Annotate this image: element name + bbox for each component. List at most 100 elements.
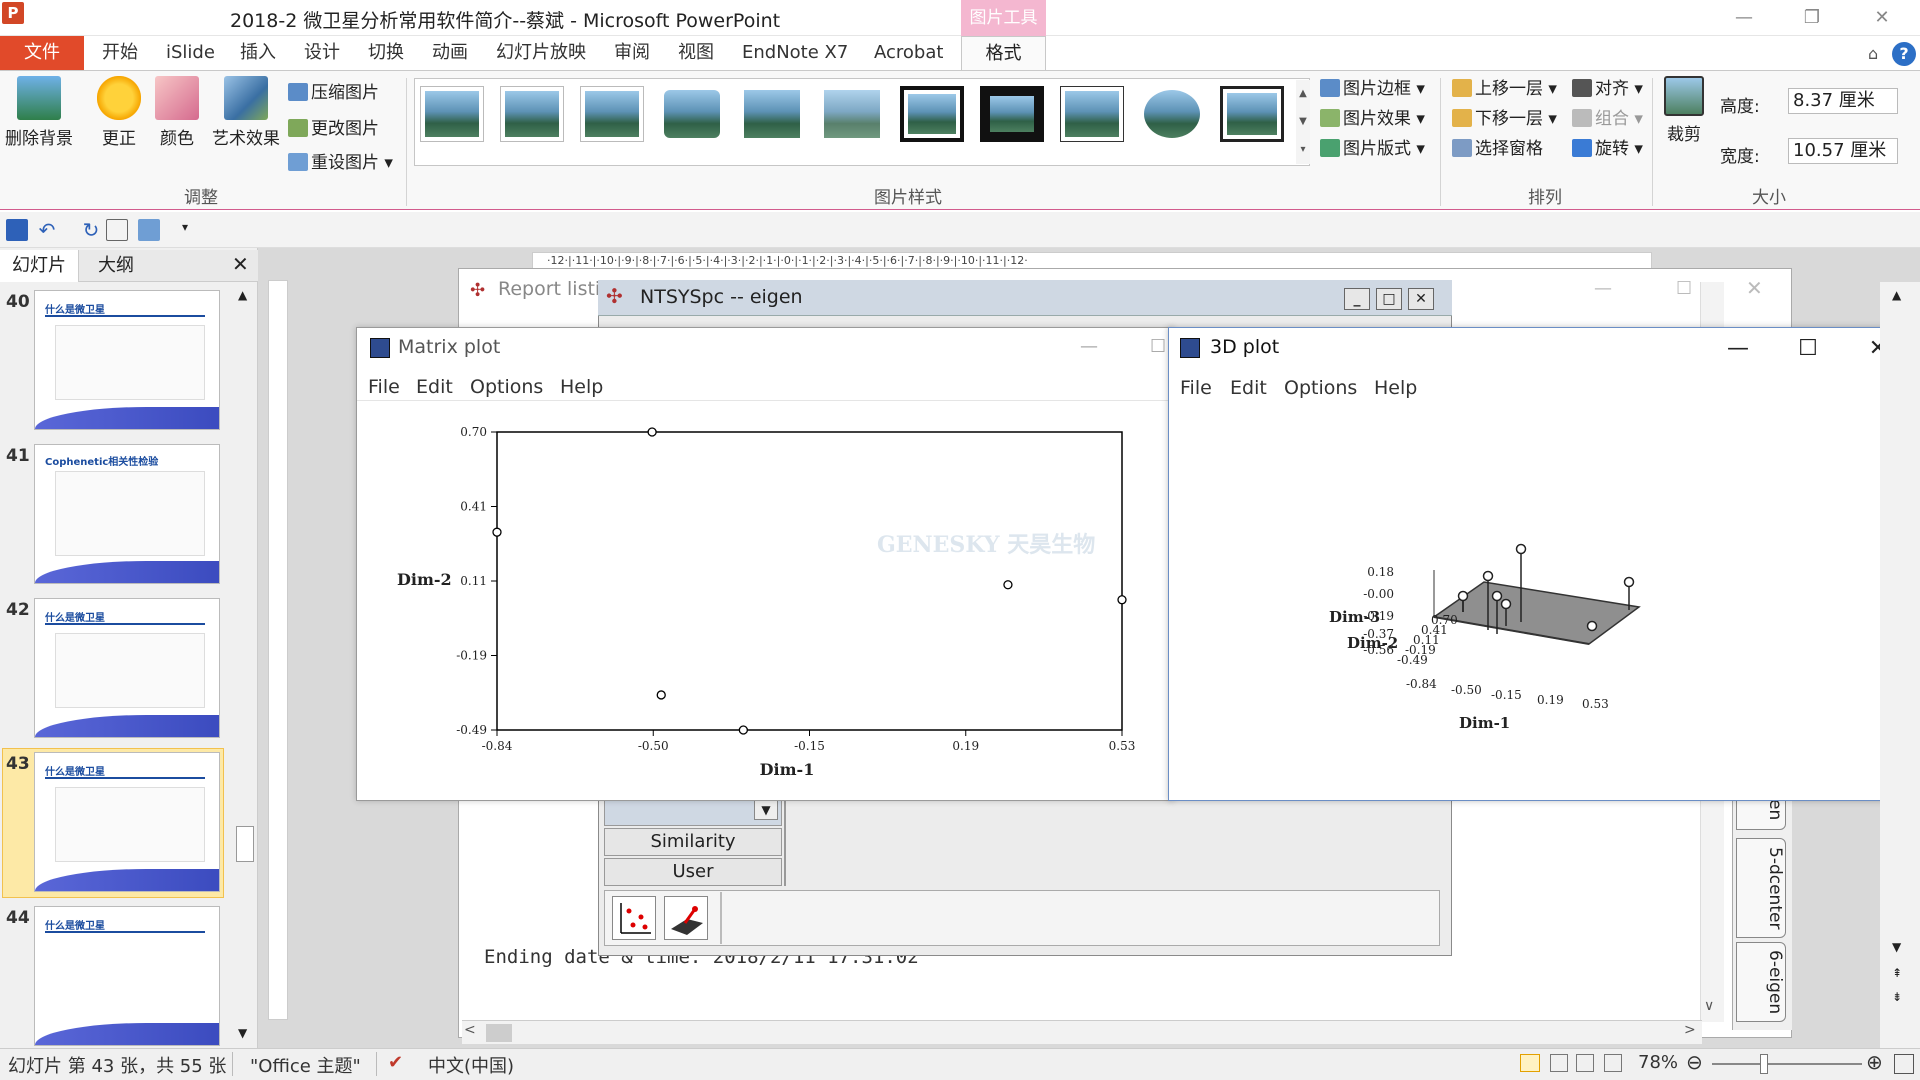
picture-style-6[interactable] (820, 86, 884, 142)
tab-slides[interactable]: 幻灯片 (0, 250, 79, 282)
picture-effects-button[interactable]: 图片效果 ▾ (1320, 106, 1425, 132)
group-objects-button[interactable]: 组合 ▾ (1572, 106, 1643, 132)
minimize-icon[interactable]: _ (1344, 288, 1370, 310)
scroll-left-icon[interactable]: < (464, 1022, 476, 1038)
zoom-out-icon[interactable]: ⊖ (1686, 1050, 1703, 1074)
zoom-slider-thumb[interactable] (1760, 1054, 1768, 1074)
maximize-icon[interactable]: □ (1376, 288, 1402, 310)
undo-icon[interactable]: ↶ (36, 219, 58, 241)
module-similarity[interactable]: Similarity (604, 828, 782, 856)
picture-style-11[interactable] (1220, 86, 1284, 142)
reset-picture-button[interactable]: 重设图片 ▾ (288, 150, 393, 176)
slide-thumbnail[interactable]: Cophenetic相关性检验 (34, 444, 220, 584)
collapse-ribbon-icon[interactable]: ⌂ (1868, 44, 1878, 63)
picture-style-5[interactable] (740, 86, 804, 142)
save-icon[interactable] (6, 219, 28, 241)
close-icon[interactable]: ✕ (1408, 288, 1434, 310)
selection-icon[interactable] (106, 219, 128, 241)
theme-name[interactable]: "Office 主题" (250, 1052, 361, 1078)
menu-help[interactable]: Help (560, 376, 603, 398)
menu-edit[interactable]: Edit (1230, 377, 1267, 399)
send-backward-button[interactable]: 下移一层 ▾ (1452, 106, 1557, 132)
redo-icon[interactable]: ↻ (80, 219, 102, 241)
close-icon[interactable]: ✕ (1862, 4, 1902, 32)
picture-style-2[interactable] (500, 86, 564, 142)
color-button[interactable]: 颜色 (146, 76, 208, 156)
selection-pane-button[interactable]: 选择窗格 (1452, 136, 1543, 162)
picture-style-9[interactable] (1060, 86, 1124, 142)
minimize-icon[interactable]: — (1080, 336, 1098, 357)
previous-slide-icon[interactable]: ⇞ (1892, 966, 1902, 980)
fit-to-window-icon[interactable] (1894, 1054, 1914, 1074)
tab-format[interactable]: 格式 (961, 36, 1046, 70)
powerpoint-logo-icon[interactable]: P (2, 2, 24, 24)
module-user[interactable]: User (604, 858, 782, 886)
picture-layout-button[interactable]: 图片版式 ▾ (1320, 136, 1425, 162)
scroll-thumb[interactable] (486, 1024, 512, 1042)
minimize-icon[interactable]: — (1724, 4, 1764, 32)
align-button[interactable]: 对齐 ▾ (1572, 76, 1643, 102)
maximize-icon[interactable]: ☐ (1786, 334, 1830, 364)
scatter-plot-tool-icon[interactable] (612, 896, 656, 940)
rotate-button[interactable]: 旋转 ▾ (1572, 136, 1643, 162)
tab-file[interactable]: 文件 (0, 36, 84, 70)
chevron-down-icon[interactable]: ▼ (754, 800, 778, 820)
slide-thumbnail[interactable]: 什么是微卫星 (34, 290, 220, 430)
slideshow-icon[interactable] (1604, 1054, 1622, 1072)
next-slide-icon[interactable]: ⇟ (1892, 990, 1902, 1004)
tab-6-eigen[interactable]: 6-eigen (1736, 942, 1786, 1022)
tab-endnote[interactable]: EndNote X7 (742, 36, 848, 70)
compress-pictures-button[interactable]: 压缩图片 (288, 80, 379, 106)
restore-icon[interactable]: ❐ (1792, 4, 1832, 32)
minimize-icon[interactable]: — (1716, 334, 1760, 364)
tab-review[interactable]: 审阅 (614, 36, 650, 70)
tab-view[interactable]: 视图 (678, 36, 714, 70)
picture-border-button[interactable]: 图片边框 ▾ (1320, 76, 1425, 102)
main-vertical-scrollbar[interactable] (1880, 282, 1920, 1048)
maximize-icon[interactable]: ☐ (1150, 336, 1166, 357)
picture-style-4[interactable] (660, 86, 724, 142)
menu-edit[interactable]: Edit (416, 376, 453, 398)
menu-options[interactable]: Options (1284, 377, 1357, 399)
slide-thumbnail[interactable]: 什么是微卫星 (34, 598, 220, 738)
corrections-button[interactable]: 更正 (88, 76, 150, 156)
remove-background-button[interactable]: 删除背景 (4, 76, 74, 156)
slides-scrollbar[interactable] (236, 284, 256, 1048)
gallery-scroll[interactable]: ▲ ▼ ▾ (1296, 80, 1310, 164)
menu-options[interactable]: Options (470, 376, 543, 398)
tab-acrobat[interactable]: Acrobat (874, 36, 943, 70)
tab-design[interactable]: 设计 (304, 36, 340, 70)
help-icon[interactable]: ? (1892, 42, 1916, 66)
reading-view-icon[interactable] (1576, 1054, 1594, 1072)
bring-forward-button[interactable]: 上移一层 ▾ (1452, 76, 1557, 102)
scroll-down-icon[interactable]: ∨ (1704, 998, 1714, 1014)
picture-style-1[interactable] (420, 86, 484, 142)
tab-home[interactable]: 开始 (102, 36, 138, 70)
scroll-down-icon[interactable]: ▼ (238, 1026, 247, 1040)
width-field[interactable]: 10.57 厘米 (1788, 138, 1898, 164)
tab-outline[interactable]: 大纲 (86, 250, 146, 282)
scroll-right-icon[interactable]: > (1684, 1022, 1696, 1038)
picture-style-10[interactable] (1140, 86, 1204, 142)
menu-help[interactable]: Help (1374, 377, 1417, 399)
menu-file[interactable]: File (1180, 377, 1212, 399)
artistic-effects-button[interactable]: 艺术效果 (206, 76, 286, 156)
tab-5-dcenter[interactable]: 5-dcenter (1736, 838, 1786, 938)
slide-sorter-icon[interactable] (1550, 1054, 1568, 1072)
customize-qat-icon[interactable]: ▾ (182, 220, 188, 234)
picture-style-8[interactable] (980, 86, 1044, 142)
close-icon[interactable]: ✕ (1746, 276, 1763, 300)
zoom-level[interactable]: 78% (1638, 1052, 1678, 1073)
close-panel-icon[interactable]: ✕ (232, 252, 249, 276)
slide-thumbnail-current[interactable]: 什么是微卫星 (34, 752, 220, 892)
zoom-slider[interactable] (1712, 1063, 1862, 1065)
horizontal-scrollbar[interactable] (462, 1020, 1702, 1044)
picture-style-7[interactable] (900, 86, 964, 142)
scroll-up-icon[interactable]: ▲ (1892, 288, 1901, 302)
restore-icon[interactable]: ☐ (1676, 278, 1692, 299)
spellcheck-icon[interactable]: ✔ (388, 1052, 403, 1073)
tab-transitions[interactable]: 切换 (368, 36, 404, 70)
tab-slideshow[interactable]: 幻灯片放映 (496, 36, 586, 70)
3d-plot-tool-icon[interactable] (664, 896, 708, 940)
height-field[interactable]: 8.37 厘米 (1788, 88, 1898, 114)
